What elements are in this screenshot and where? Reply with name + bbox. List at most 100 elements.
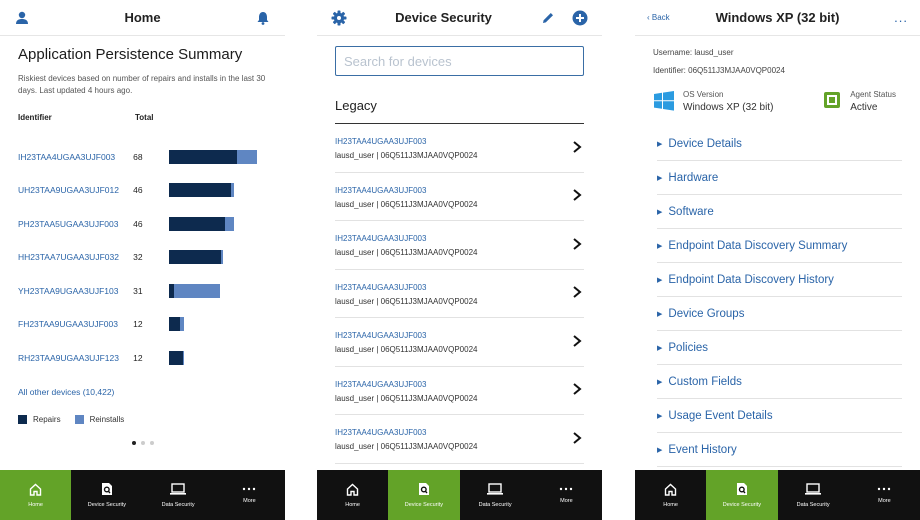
nav-label: More (878, 498, 891, 504)
section-item[interactable]: ▶ Software (657, 195, 902, 229)
col-identifier: Identifier (18, 113, 52, 122)
device-identifier-link[interactable]: HH23TAA7UGAA3UJF032 (18, 252, 133, 262)
bottom-nav: Home Device Security Data Security More (0, 470, 285, 520)
identifier-text: Identifier: 06Q511J3MJAA0VQP0024 (653, 66, 785, 75)
more-options-icon[interactable]: ... (864, 10, 908, 25)
device-meta: lausd_user | 06Q511J3MJAA0VQP0024 (335, 345, 478, 355)
nav-label: Home (28, 501, 43, 508)
summary-table: IH23TAA4UGAA3UJF003 68 UH23TAA9UGAA3UJF012… (18, 140, 267, 375)
device-info: Username: lausd_user Identifier: 06Q511J… (635, 36, 920, 75)
section-label: Event History (668, 443, 737, 456)
nav-label: Device Security (722, 502, 761, 508)
page-dot[interactable] (149, 440, 154, 445)
section-label: Endpoint Data Discovery Summary (668, 239, 848, 252)
col-total: Total (135, 113, 154, 122)
device-identifier-link[interactable]: PH23TAA5UGAA3UJF003 (18, 219, 133, 229)
page-indicator[interactable] (18, 440, 267, 445)
page-dot[interactable] (140, 440, 145, 445)
nav-data-security[interactable]: Data Security (143, 470, 214, 520)
caret-right-icon: ▶ (657, 174, 663, 182)
list-item[interactable]: IH23TAA4UGAA3UJF003 lausd_user | 06Q511J3… (335, 173, 584, 221)
bell-icon[interactable] (253, 8, 273, 28)
nav-device-security[interactable]: Device Security (388, 470, 460, 520)
list-item[interactable]: IH23TAA4UGAA3UJF003 lausd_user | 06Q511J3… (335, 318, 584, 367)
user-icon[interactable] (12, 8, 32, 28)
all-other-devices-link[interactable]: All other devices (10,422) (18, 387, 267, 397)
username-text: Username: lausd_user (653, 48, 734, 57)
nav-more[interactable]: More (849, 470, 920, 520)
device-identifier-link[interactable]: FH23TAA9UGAA3UJF003 (18, 319, 133, 329)
section-item[interactable]: ▶ Hardware (657, 161, 902, 195)
page-title: Home (124, 10, 161, 25)
list-item[interactable]: IH23TAA4UGAA3UJF003 lausd_user | 06Q511J3… (335, 367, 584, 415)
legend-repairs: Repairs (18, 414, 61, 424)
total-value: 46 (133, 185, 143, 196)
laptop-icon (486, 482, 504, 502)
search-box[interactable] (335, 46, 584, 76)
section-item[interactable]: ▶ Device Details (657, 127, 902, 161)
device-security-icon (417, 482, 430, 502)
section-item[interactable]: ▶ Event History (657, 433, 902, 467)
list-item[interactable]: IH23TAA4UGAA3UJF003 lausd_user | 06Q511J3… (335, 221, 584, 270)
nav-more[interactable]: More (214, 470, 285, 520)
section-label: Custom Fields (668, 375, 742, 388)
total-value: 31 (133, 285, 143, 296)
nav-label: Data Security (161, 501, 195, 508)
search-input[interactable] (344, 53, 575, 69)
device-detail-header: ‹ Back Windows XP (32 bit) ... (635, 0, 920, 36)
page-dot[interactable] (131, 440, 136, 445)
section-label: Hardware (668, 171, 719, 184)
device-identifier: IH23TAA4UGAA3UJF003 (335, 234, 427, 244)
nav-data-security[interactable]: Data Security (778, 470, 849, 520)
stacked-bar (168, 149, 267, 164)
device-security-icon (735, 482, 748, 502)
section-item[interactable]: ▶ Usage Event Details (657, 399, 902, 433)
nav-more[interactable]: More (531, 470, 602, 520)
device-identifier: IH23TAA4UGAA3UJF003 (335, 379, 427, 389)
list-item[interactable]: IH23TAA4UGAA3UJF003 lausd_user | 06Q511J3… (335, 270, 584, 318)
nav-device-security[interactable]: Device Security (706, 470, 778, 520)
list-item[interactable]: IH23TAA4UGAA3UJF003 lausd_user | 06Q511J3… (335, 415, 584, 464)
agent-label: Agent Status (850, 90, 896, 99)
agent-value: Active (850, 102, 878, 113)
nav-label: Data Security (796, 501, 830, 508)
list-item[interactable]: IH23TAA4UGAA3UJF003 lausd_user | 06Q511J3… (335, 124, 584, 173)
repairs-bar (168, 317, 180, 332)
pencil-icon[interactable] (538, 8, 558, 28)
chevron-right-icon (572, 382, 584, 400)
nav-data-security[interactable]: Data Security (460, 470, 531, 520)
device-identifier-link[interactable]: YH23TAA9UGAA3UJF103 (18, 286, 133, 296)
caret-right-icon: ▶ (657, 310, 663, 318)
section-item[interactable]: ▶ Endpoint Data Discovery Summary (657, 229, 902, 263)
device-text: IH23TAA4UGAA3UJF003 lausd_user | 06Q511J3… (335, 283, 477, 306)
table-row: RH23TAA9UGAA3UJF123 12 (18, 341, 267, 375)
nav-label: Device Security (404, 502, 443, 508)
nav-home[interactable]: Home (317, 470, 388, 520)
section-item[interactable]: ▶ Endpoint Data Discovery History (657, 263, 902, 297)
section-label: Device Groups (668, 307, 745, 320)
device-identifier-link[interactable]: IH23TAA4UGAA3UJF003 (18, 152, 133, 162)
back-button[interactable]: ‹ Back (647, 13, 691, 22)
reinstalls-bar (236, 149, 257, 164)
stacked-bar (168, 216, 267, 231)
device-identifier-link[interactable]: RH23TAA9UGAA3UJF123 (18, 353, 133, 363)
repairs-bar (168, 216, 225, 231)
gear-icon[interactable] (329, 8, 349, 28)
device-identifier-link[interactable]: UH23TAA9UGAA3UJF012 (18, 185, 133, 195)
nav-home[interactable]: Home (0, 470, 72, 520)
chevron-right-icon (572, 140, 584, 158)
device-meta: lausd_user | 06Q511J3MJAA0VQP0024 (335, 248, 478, 258)
status-row: OS Version Windows XP (32 bit) Agent Sta… (635, 84, 920, 117)
section-item[interactable]: ▶ Device Groups (657, 297, 902, 331)
nav-device-security[interactable]: Device Security (71, 470, 142, 520)
device-list: IH23TAA4UGAA3UJF003 lausd_user | 06Q511J3… (335, 124, 584, 464)
caret-right-icon: ▶ (657, 344, 663, 352)
section-item[interactable]: ▶ Custom Fields (657, 365, 902, 399)
nav-home[interactable]: Home (635, 470, 706, 520)
device-meta: lausd_user | 06Q511J3MJAA0VQP0024 (335, 393, 478, 403)
stacked-bar (168, 317, 267, 332)
section-item[interactable]: ▶ Policies (657, 331, 902, 365)
table-row: HH23TAA7UGAA3UJF032 32 (18, 241, 267, 275)
repairs-bar (168, 350, 183, 365)
add-circle-icon[interactable] (570, 8, 590, 28)
